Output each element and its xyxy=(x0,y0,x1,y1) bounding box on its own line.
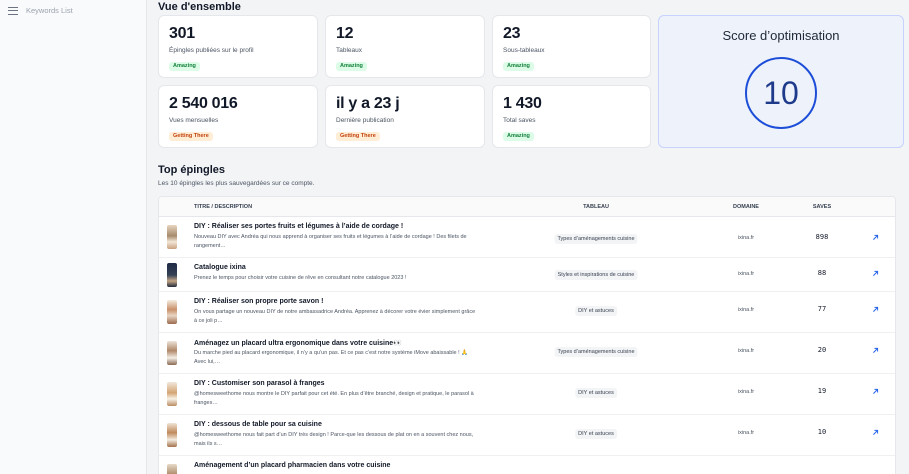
pin-title[interactable]: Aménagement d’un placard pharmacien dans… xyxy=(194,462,390,469)
arrow-up-right-icon[interactable] xyxy=(872,388,879,395)
board-pill: DIY et astuces xyxy=(575,429,617,439)
score-value: 10 xyxy=(763,74,799,111)
pin-description: On vous partage un nouveau DIY de notre … xyxy=(194,309,476,324)
stat-label: Vues mensuelles xyxy=(169,117,219,124)
stat-value: 23 xyxy=(503,25,521,42)
table-header: TITRE / DESCRIPTION TABLEAU DOMAINE SAVE… xyxy=(159,197,895,217)
stat-value: 1 430 xyxy=(503,95,542,112)
column-domain: DOMAINE xyxy=(733,203,759,210)
top-pins-subtitle: Les 10 épingles les plus sauvegardées su… xyxy=(158,180,315,187)
status-badge: Amazing xyxy=(503,131,534,141)
saves-count: 77 xyxy=(817,305,827,313)
sidebar: Keywords List xyxy=(0,0,147,474)
table-row[interactable]: DIY : Réaliser ses portes fruits et légu… xyxy=(159,217,895,258)
menu-icon[interactable] xyxy=(8,6,18,15)
stat-value: 12 xyxy=(336,25,354,42)
table-row[interactable]: DIY : Customiser son parasol à franges @… xyxy=(159,374,895,415)
table-row[interactable]: Aménagez un placard ultra ergonomique da… xyxy=(159,333,895,374)
pin-description: Nouveau DIY avec Andréa qui nous apprend… xyxy=(194,234,467,249)
status-badge: Amazing xyxy=(503,61,534,71)
pin-thumbnail[interactable] xyxy=(167,263,177,287)
table-row[interactable]: DIY : dessous de table pour sa cuisine @… xyxy=(159,415,895,456)
board-pill: Types d’aménagements cuisine xyxy=(554,234,638,244)
pin-thumbnail[interactable] xyxy=(167,341,177,365)
stat-card-boards: 12 Tableaux Amazing xyxy=(325,15,485,78)
optimization-score-card: Score d’optimisation 10 xyxy=(658,15,904,148)
arrow-up-right-icon[interactable] xyxy=(872,347,879,354)
top-pins-title: Top épingles xyxy=(158,164,226,176)
pin-title[interactable]: Aménagez un placard ultra ergonomique da… xyxy=(194,339,402,347)
stat-value: 2 540 016 xyxy=(169,95,238,112)
stat-value: 301 xyxy=(169,25,195,42)
arrow-up-right-icon[interactable] xyxy=(872,234,879,241)
main-content: Vue d'ensemble 301 Épingles publiées sur… xyxy=(147,0,909,474)
stat-label: Tableaux xyxy=(336,47,363,54)
board-pill: Styles et inspirations de cuisine xyxy=(554,270,638,280)
pin-thumbnail[interactable] xyxy=(167,423,177,447)
stat-value: il y a 23 j xyxy=(336,95,400,112)
status-badge: Amazing xyxy=(169,61,200,71)
arrow-up-right-icon[interactable] xyxy=(872,270,879,277)
pin-title[interactable]: DIY : Réaliser ses portes fruits et légu… xyxy=(194,223,403,230)
pin-thumbnail[interactable] xyxy=(167,225,177,249)
table-row[interactable]: Aménagement d’un placard pharmacien dans… xyxy=(159,456,895,474)
pin-title[interactable]: DIY : dessous de table pour sa cuisine xyxy=(194,421,322,428)
stat-card-monthly-views: 2 540 016 Vues mensuelles Getting There xyxy=(158,85,318,148)
pin-thumbnail[interactable] xyxy=(167,464,177,474)
status-badge: Getting There xyxy=(336,131,380,141)
board-pill: DIY et astuces xyxy=(575,388,617,398)
pin-title[interactable]: DIY : Customiser son parasol à franges xyxy=(194,380,325,387)
pin-thumbnail[interactable] xyxy=(167,382,177,406)
sidebar-item-label: Keywords List xyxy=(26,6,73,15)
arrow-up-right-icon[interactable] xyxy=(872,429,879,436)
score-ring: 10 xyxy=(745,57,817,129)
column-title: TITRE / DESCRIPTION xyxy=(194,203,253,210)
column-board: TABLEAU xyxy=(583,203,609,210)
pin-description: Du marche pied au placard ergonomique, i… xyxy=(194,350,469,365)
stat-label: Épingles publiées sur le profil xyxy=(169,47,254,54)
table-row[interactable]: Catalogue ixina Prenez le temps pour cho… xyxy=(159,258,895,292)
arrow-up-right-icon[interactable] xyxy=(872,306,879,313)
pin-description: Prenez le temps pour choisir votre cuisi… xyxy=(194,275,407,281)
stat-label: Total saves xyxy=(503,117,536,124)
domain-text: ixina.fr xyxy=(737,389,755,395)
saves-count: 898 xyxy=(815,233,829,241)
stat-card-sub-boards: 23 Sous-tableaux Amazing xyxy=(492,15,651,78)
score-title: Score d’optimisation xyxy=(722,28,840,43)
saves-count: 20 xyxy=(817,346,827,354)
status-badge: Getting There xyxy=(169,131,213,141)
saves-count: 88 xyxy=(817,269,827,277)
domain-text: ixina.fr xyxy=(737,271,755,277)
saves-count: 10 xyxy=(817,428,827,436)
stat-label: Dernière publication xyxy=(336,117,394,124)
sidebar-item-keywords-list[interactable]: Keywords List xyxy=(0,0,146,21)
pin-description: @homesweethome nous montre le DIY parfai… xyxy=(194,391,474,406)
domain-text: ixina.fr xyxy=(737,348,755,354)
domain-text: ixina.fr xyxy=(737,235,755,241)
domain-text: ixina.fr xyxy=(737,307,755,313)
domain-text: ixina.fr xyxy=(737,430,755,436)
board-pill: DIY et astuces xyxy=(575,306,617,316)
top-pins-table: TITRE / DESCRIPTION TABLEAU DOMAINE SAVE… xyxy=(158,196,896,474)
stat-card-pins: 301 Épingles publiées sur le profil Amaz… xyxy=(158,15,318,78)
overview-title: Vue d'ensemble xyxy=(158,1,241,13)
pin-description: @homesweethome nous fait part d’un DIY t… xyxy=(194,432,474,447)
board-pill: Types d’aménagements cuisine xyxy=(554,347,638,357)
stat-card-last-publication: il y a 23 j Dernière publication Getting… xyxy=(325,85,485,148)
table-row[interactable]: DIY : Réaliser son propre porte savon ! … xyxy=(159,292,895,333)
pin-title[interactable]: Catalogue ixina xyxy=(194,264,246,271)
pin-title[interactable]: DIY : Réaliser son propre porte savon ! xyxy=(194,298,323,305)
status-badge: Amazing xyxy=(336,61,367,71)
saves-count: 19 xyxy=(817,387,827,395)
stat-card-total-saves: 1 430 Total saves Amazing xyxy=(492,85,651,148)
pin-thumbnail[interactable] xyxy=(167,300,177,324)
column-saves: SAVES xyxy=(812,203,832,210)
stat-label: Sous-tableaux xyxy=(503,47,545,54)
